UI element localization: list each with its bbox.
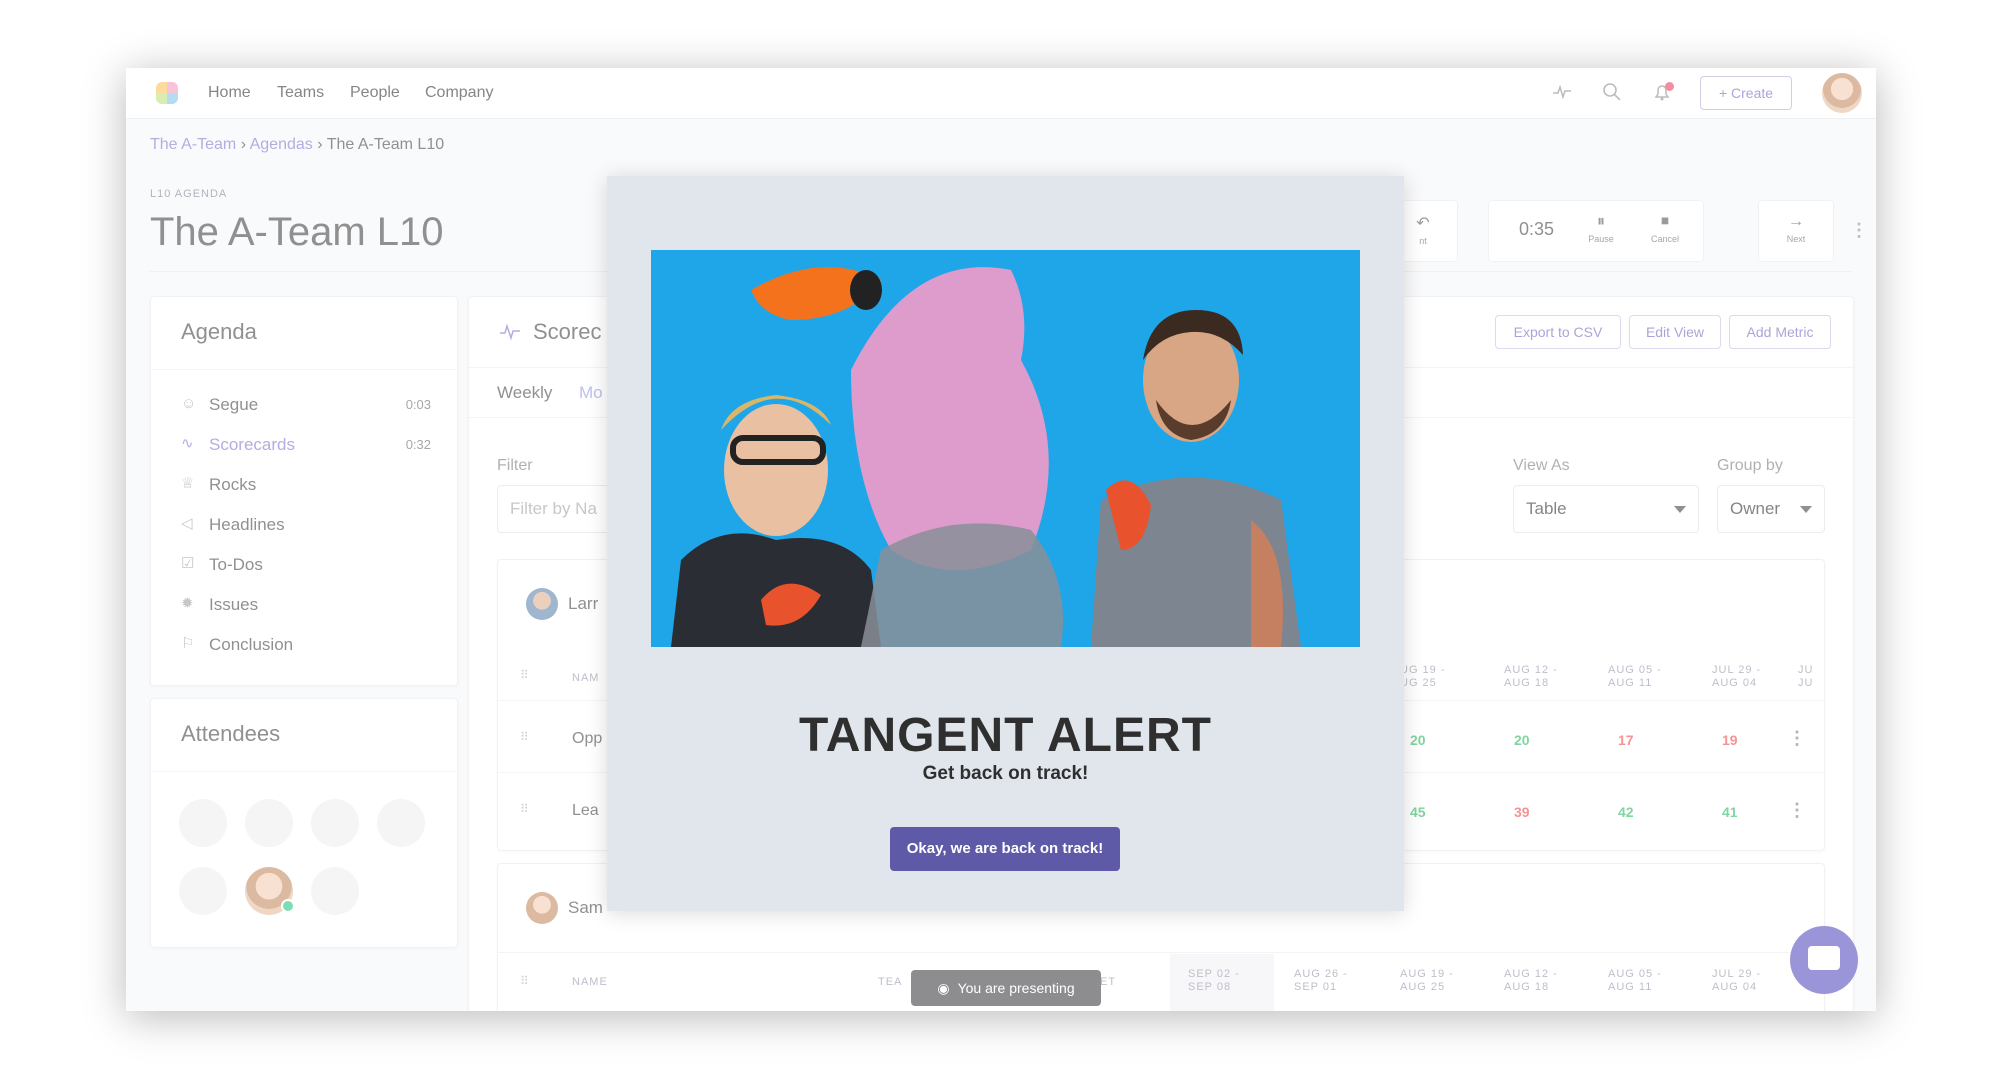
- chat-bubble-inner: [1808, 946, 1840, 970]
- back-on-track-button[interactable]: Okay, we are back on track!: [890, 827, 1120, 871]
- eye-icon: ◉: [937, 980, 950, 996]
- chat-icon[interactable]: [1790, 926, 1858, 994]
- app-window: Home Teams People Company + Create The A…: [126, 68, 1876, 1011]
- tangent-alert-modal: TANGENT ALERT Get back on track! Okay, w…: [607, 176, 1404, 911]
- presenting-label: You are presenting: [957, 980, 1075, 996]
- modal-subtitle: Get back on track!: [922, 763, 1089, 784]
- tangent-gif-image: [651, 250, 1360, 647]
- modal-title: TANGENT ALERT: [799, 709, 1212, 762]
- presenting-banner[interactable]: ◉ You are presenting: [911, 970, 1101, 1006]
